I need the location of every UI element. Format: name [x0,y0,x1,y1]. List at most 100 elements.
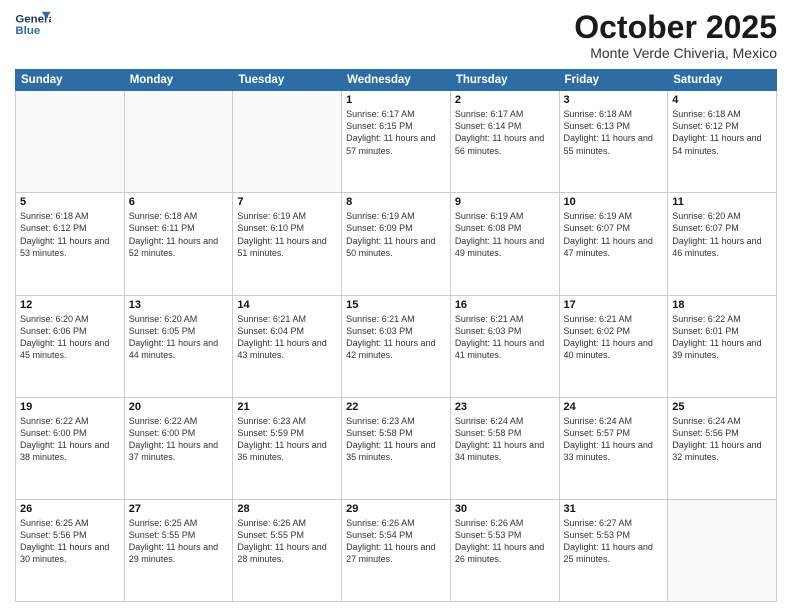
day-info: Sunrise: 6:27 AM Sunset: 5:53 PM Dayligh… [564,517,664,566]
day-number: 17 [564,299,664,311]
week-row-2: 12 Sunrise: 6:20 AM Sunset: 6:06 PM Dayli… [16,295,777,397]
day-info: Sunrise: 6:19 AM Sunset: 6:08 PM Dayligh… [455,210,555,259]
day-info: Sunrise: 6:26 AM Sunset: 5:54 PM Dayligh… [346,517,446,566]
table-row: 25Sunrise: 6:24 AM Sunset: 5:56 PM Dayli… [668,397,777,499]
day-number: 19 [20,401,120,413]
table-row: 7Sunrise: 6:19 AM Sunset: 6:10 PM Daylig… [233,193,342,295]
month-title: October 2025 [574,10,777,45]
day-number: 13 [129,299,229,311]
day-info: Sunrise: 6:23 AM Sunset: 5:58 PM Dayligh… [346,415,446,464]
day-number: 29 [346,503,446,515]
header: General Blue October 2025 Monte Verde Ch… [15,10,777,61]
day-info: Sunrise: 6:18 AM Sunset: 6:12 PM Dayligh… [20,210,120,259]
day-info: Sunrise: 6:26 AM Sunset: 5:55 PM Dayligh… [237,517,337,566]
svg-text:Blue: Blue [15,25,40,37]
col-monday: Monday [124,70,233,91]
day-number: 26 [20,503,120,515]
table-row [668,499,777,601]
table-row: 23 Sunrise: 6:24 AM Sunset: 5:58 PM Dayli… [450,397,559,499]
day-info: Sunrise: 6:25 AM Sunset: 5:56 PM Dayligh… [20,517,120,566]
day-info: Sunrise: 6:26 AM Sunset: 5:53 PM Dayligh… [455,517,555,566]
day-number: 15 [346,299,446,311]
col-tuesday: Tuesday [233,70,342,91]
week-row-3: 19 Sunrise: 6:22 AM Sunset: 6:00 PM Dayli… [16,397,777,499]
day-info: Sunrise: 6:24 AM Sunset: 5:58 PM Dayligh… [455,415,555,464]
day-info: Sunrise: 6:19 AM Sunset: 6:07 PM Dayligh… [564,210,664,259]
table-row: 16 Sunrise: 6:21 AM Sunset: 6:03 PM Dayli… [450,295,559,397]
col-saturday: Saturday [668,70,777,91]
table-row: 31 Sunrise: 6:27 AM Sunset: 5:53 PM Dayli… [559,499,668,601]
table-row: 15Sunrise: 6:21 AM Sunset: 6:03 PM Dayli… [342,295,451,397]
title-section: October 2025 Monte Verde Chiveria, Mexic… [574,10,777,61]
table-row: 8Sunrise: 6:19 AM Sunset: 6:09 PM Daylig… [342,193,451,295]
col-wednesday: Wednesday [342,70,451,91]
table-row: 6Sunrise: 6:18 AM Sunset: 6:11 PM Daylig… [124,193,233,295]
day-info: Sunrise: 6:23 AM Sunset: 5:59 PM Dayligh… [237,415,337,464]
table-row: 4 Sunrise: 6:18 AM Sunset: 6:12 PM Daylig… [668,91,777,193]
table-row: 9 Sunrise: 6:19 AM Sunset: 6:08 PM Daylig… [450,193,559,295]
table-row: 13 Sunrise: 6:20 AM Sunset: 6:05 PM Dayli… [124,295,233,397]
day-info: Sunrise: 6:18 AM Sunset: 6:12 PM Dayligh… [672,108,772,157]
calendar: Sunday Monday Tuesday Wednesday Thursday… [15,69,777,602]
day-number: 9 [455,196,555,208]
day-info: Sunrise: 6:22 AM Sunset: 6:01 PM Dayligh… [672,313,772,362]
day-info: Sunrise: 6:18 AM Sunset: 6:11 PM Dayligh… [129,210,229,259]
day-number: 5 [20,196,120,208]
day-info: Sunrise: 6:20 AM Sunset: 6:05 PM Dayligh… [129,313,229,362]
table-row: 2Sunrise: 6:17 AM Sunset: 6:14 PM Daylig… [450,91,559,193]
table-row: 10 Sunrise: 6:19 AM Sunset: 6:07 PM Dayli… [559,193,668,295]
day-number: 11 [672,196,772,208]
table-row: 14Sunrise: 6:21 AM Sunset: 6:04 PM Dayli… [233,295,342,397]
week-row-4: 26 Sunrise: 6:25 AM Sunset: 5:56 PM Dayli… [16,499,777,601]
day-info: Sunrise: 6:20 AM Sunset: 6:07 PM Dayligh… [672,210,772,259]
day-number: 27 [129,503,229,515]
page: General Blue October 2025 Monte Verde Ch… [0,0,792,612]
table-row: 28 Sunrise: 6:26 AM Sunset: 5:55 PM Dayli… [233,499,342,601]
day-number: 1 [346,94,446,106]
table-row: 11 Sunrise: 6:20 AM Sunset: 6:07 PM Dayli… [668,193,777,295]
day-info: Sunrise: 6:20 AM Sunset: 6:06 PM Dayligh… [20,313,120,362]
day-info: Sunrise: 6:21 AM Sunset: 6:02 PM Dayligh… [564,313,664,362]
location: Monte Verde Chiveria, Mexico [574,45,777,61]
day-number: 20 [129,401,229,413]
day-number: 23 [455,401,555,413]
day-number: 16 [455,299,555,311]
day-number: 4 [672,94,772,106]
day-info: Sunrise: 6:18 AM Sunset: 6:13 PM Dayligh… [564,108,664,157]
table-row: 19Sunrise: 6:22 AM Sunset: 6:00 PM Dayli… [16,397,125,499]
day-info: Sunrise: 6:17 AM Sunset: 6:15 PM Dayligh… [346,108,446,157]
week-row-1: 5 Sunrise: 6:18 AM Sunset: 6:12 PM Daylig… [16,193,777,295]
table-row: 1 Sunrise: 6:17 AM Sunset: 6:15 PM Daylig… [342,91,451,193]
table-row: 3 Sunrise: 6:18 AM Sunset: 6:13 PM Daylig… [559,91,668,193]
day-number: 18 [672,299,772,311]
day-number: 3 [564,94,664,106]
day-info: Sunrise: 6:21 AM Sunset: 6:04 PM Dayligh… [237,313,337,362]
table-row: 12 Sunrise: 6:20 AM Sunset: 6:06 PM Dayli… [16,295,125,397]
week-row-0: 1 Sunrise: 6:17 AM Sunset: 6:15 PM Daylig… [16,91,777,193]
table-row: 18 Sunrise: 6:22 AM Sunset: 6:01 PM Dayli… [668,295,777,397]
day-info: Sunrise: 6:24 AM Sunset: 5:56 PM Dayligh… [672,415,772,464]
day-number: 10 [564,196,664,208]
day-number: 21 [237,401,337,413]
day-info: Sunrise: 6:21 AM Sunset: 6:03 PM Dayligh… [455,313,555,362]
table-row [124,91,233,193]
table-row: 20 Sunrise: 6:22 AM Sunset: 6:00 PM Dayli… [124,397,233,499]
table-row: 29 Sunrise: 6:26 AM Sunset: 5:54 PM Dayli… [342,499,451,601]
table-row [16,91,125,193]
day-info: Sunrise: 6:24 AM Sunset: 5:57 PM Dayligh… [564,415,664,464]
day-info: Sunrise: 6:25 AM Sunset: 5:55 PM Dayligh… [129,517,229,566]
table-row: 5 Sunrise: 6:18 AM Sunset: 6:12 PM Daylig… [16,193,125,295]
day-number: 22 [346,401,446,413]
day-number: 12 [20,299,120,311]
header-row: Sunday Monday Tuesday Wednesday Thursday… [16,70,777,91]
table-row: 17 Sunrise: 6:21 AM Sunset: 6:02 PM Dayli… [559,295,668,397]
day-info: Sunrise: 6:22 AM Sunset: 6:00 PM Dayligh… [129,415,229,464]
col-friday: Friday [559,70,668,91]
table-row: 30 Sunrise: 6:26 AM Sunset: 5:53 PM Dayli… [450,499,559,601]
logo-icon: General Blue [15,10,51,40]
day-number: 31 [564,503,664,515]
day-number: 2 [455,94,555,106]
day-number: 30 [455,503,555,515]
day-number: 24 [564,401,664,413]
day-number: 28 [237,503,337,515]
